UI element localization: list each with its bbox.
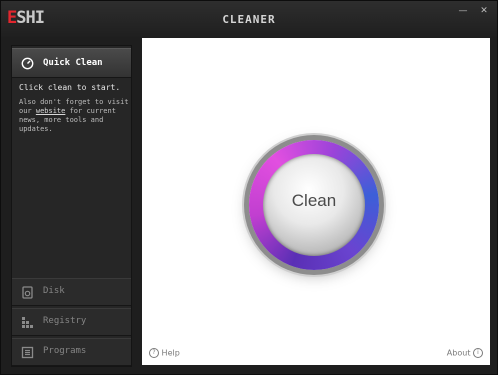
clean-button-face: Clean	[263, 154, 365, 256]
minimize-button[interactable]: —	[456, 5, 470, 17]
clean-button[interactable]: Clean	[249, 140, 379, 270]
info-icon: i	[473, 348, 483, 358]
sidebar-item-disk[interactable]: Disk	[12, 278, 131, 306]
app-title: CLEANER	[222, 13, 276, 26]
sidebar-item-label: Disk	[43, 286, 65, 296]
app-window: ESHI CLEANER — ✕ Quick Clean Click clean…	[0, 0, 498, 375]
about-label: About	[446, 348, 471, 358]
clean-label: Clean	[291, 191, 337, 210]
info-panel: Click clean to start. Also don't forget …	[19, 83, 129, 134]
help-link[interactable]: ? Help	[149, 348, 180, 358]
about-link[interactable]: About i	[447, 348, 483, 358]
sidebar: Quick Clean Click clean to start. Also d…	[11, 45, 132, 367]
disk-icon	[22, 286, 33, 299]
sidebar-item-label: Registry	[43, 316, 87, 326]
registry-icon	[22, 317, 33, 328]
sidebar-item-registry[interactable]: Registry	[12, 308, 131, 336]
help-label: Help	[161, 348, 180, 358]
question-icon: ?	[149, 348, 159, 358]
gauge-icon	[21, 57, 34, 70]
programs-icon	[21, 346, 34, 359]
title-bar[interactable]: ESHI CLEANER — ✕	[1, 1, 497, 37]
main-panel: Clean ? Help About i	[142, 38, 490, 365]
info-text: Also don't forget to visit our website f…	[19, 98, 129, 133]
sidebar-item-label: Quick Clean	[43, 58, 103, 68]
website-link[interactable]: website	[36, 107, 66, 115]
sidebar-item-label: Programs	[43, 346, 87, 356]
sidebar-item-quick-clean[interactable]: Quick Clean	[12, 48, 131, 78]
instruction-text: Click clean to start.	[19, 83, 121, 92]
sidebar-item-programs[interactable]: Programs	[12, 338, 131, 366]
close-button[interactable]: ✕	[477, 5, 491, 17]
